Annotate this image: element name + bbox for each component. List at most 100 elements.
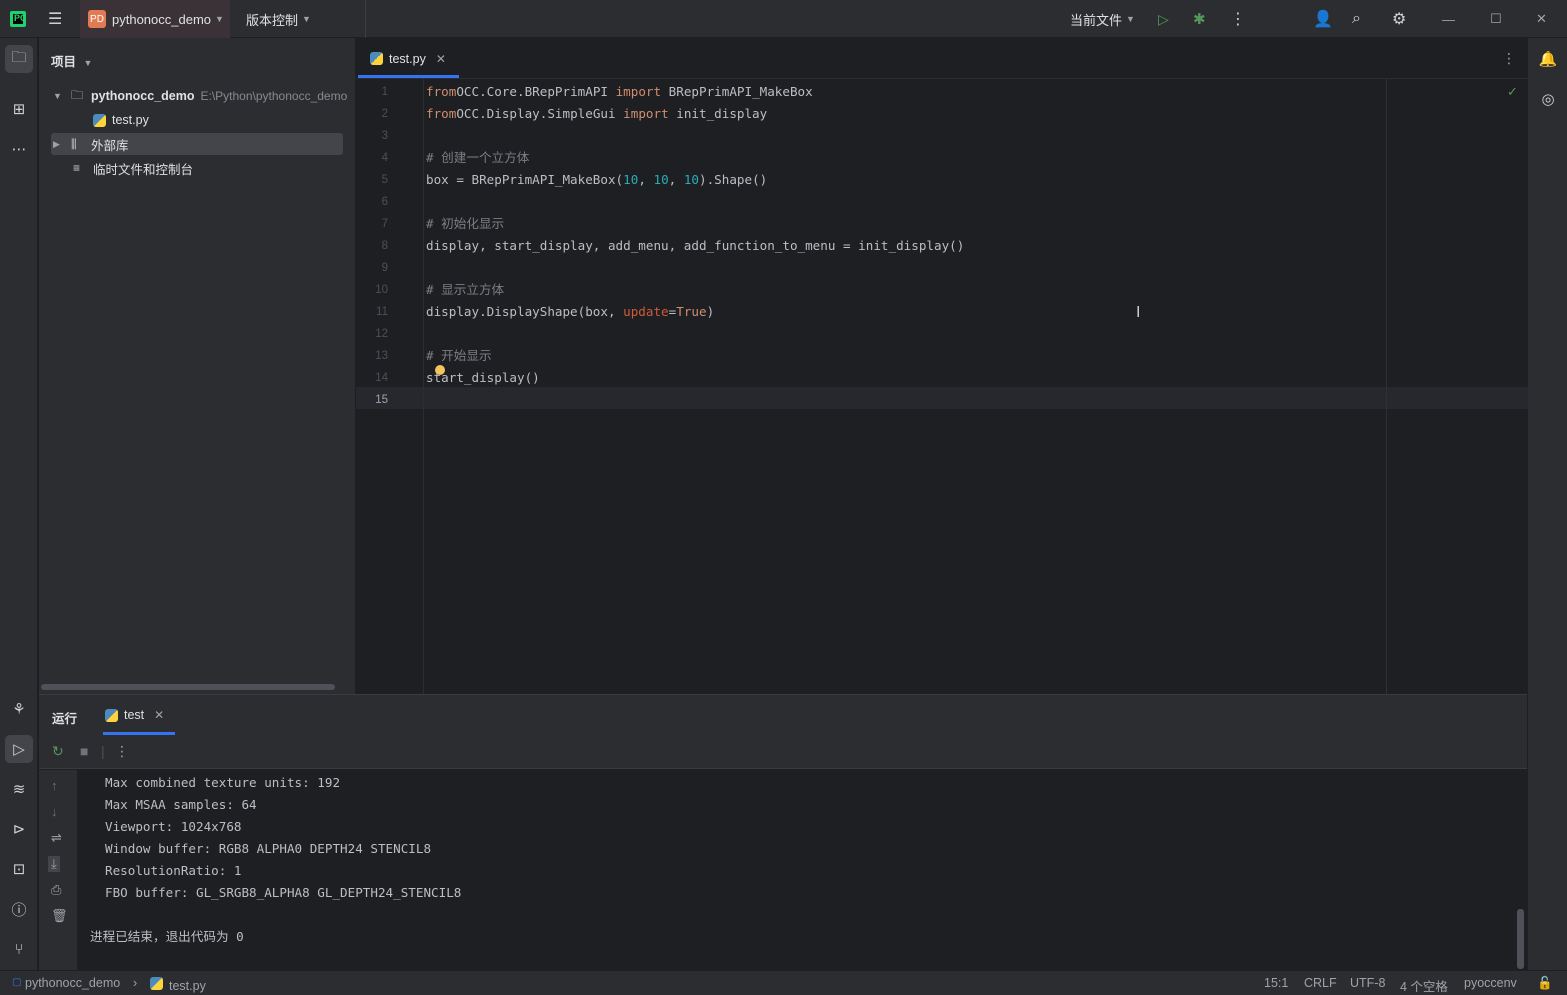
soft-wrap-icon[interactable]: ⇌ xyxy=(51,830,62,846)
breadcrumb-file-label: test.py xyxy=(169,979,206,993)
python-interpreter[interactable]: pyoccenv xyxy=(1464,976,1517,990)
console-line: Max MSAA samples: 64 xyxy=(105,797,257,812)
layers-icon[interactable]: ≋ xyxy=(5,775,33,803)
code-line[interactable]: # 初始化显示 xyxy=(426,213,504,235)
structure-icon[interactable]: ⊞ xyxy=(5,95,33,123)
breadcrumb-project[interactable]: pythonocc_demo xyxy=(25,976,120,990)
tree-file-test-py[interactable]: test.py xyxy=(93,109,149,131)
code-line[interactable]: fromOCC.Display.SimpleGui import init_di… xyxy=(426,103,767,125)
console-line: ResolutionRatio: 1 xyxy=(105,863,242,878)
close-icon[interactable]: ✕ xyxy=(1536,0,1550,38)
code-line[interactable]: # 开始显示 xyxy=(426,345,492,367)
tree-root-project[interactable]: ▼ 🗀 pythonocc_demo E:\Python\pythonocc_d… xyxy=(53,85,353,107)
code-token: display.DisplayShape(box, xyxy=(426,304,624,319)
code-line[interactable]: # 显示立方体 xyxy=(426,279,504,301)
code-with-me-icon[interactable]: 👤 xyxy=(1313,0,1333,38)
python-packages-icon[interactable]: ⚘ xyxy=(5,695,33,723)
git-branch-icon[interactable]: ⑂ xyxy=(5,935,33,963)
debug-button[interactable]: ✱ xyxy=(1193,0,1211,38)
terminal-icon[interactable]: ⊡ xyxy=(5,855,33,883)
settings-gear-icon[interactable]: ⚙ xyxy=(1392,0,1412,38)
project-panel-header[interactable]: 项目 ▼ xyxy=(51,51,92,70)
tree-external-libraries[interactable]: ▶ ⫼ 外部库 xyxy=(51,133,343,155)
scroll-up-icon[interactable]: ↑ xyxy=(51,778,58,793)
scroll-down-icon[interactable]: ↓ xyxy=(51,804,58,819)
line-number: 5 xyxy=(381,174,388,186)
minimize-icon[interactable]: — xyxy=(1442,0,1456,38)
close-tab-icon[interactable]: ✕ xyxy=(436,52,446,66)
close-tab-icon[interactable]: ✕ xyxy=(154,708,164,722)
project-selector[interactable]: PD pythonocc_demo ▼ xyxy=(80,0,230,38)
run-button[interactable]: ▷ xyxy=(1158,0,1176,38)
code-line[interactable]: box = BRepPrimAPI_MakeBox(10, 10, 10).Sh… xyxy=(426,169,767,191)
more-tools-icon[interactable]: ⋯ xyxy=(5,135,33,163)
tree-scratches[interactable]: ≡ 临时文件和控制台 xyxy=(73,157,193,179)
comment-token: # 开始显示 xyxy=(426,348,492,363)
line-number-gutter: 1 2 3 4 5 6 7 8 9 10 11 12 13 14 15 xyxy=(356,79,424,694)
chevron-right-icon[interactable]: ▶ xyxy=(53,139,65,150)
run-panel-title: 运行 xyxy=(52,712,78,726)
scroll-to-end-icon[interactable]: ⤓ xyxy=(48,856,60,872)
line-number: 10 xyxy=(375,284,388,296)
vcs-menu[interactable]: 版本控制 ▼ xyxy=(240,0,340,38)
more-actions-icon[interactable]: ⋮ xyxy=(115,743,129,760)
notifications-bell-icon[interactable]: 🔔 xyxy=(1534,45,1562,73)
maximize-icon[interactable]: ☐ xyxy=(1490,0,1504,38)
lock-icon[interactable]: 🔓 xyxy=(1537,976,1553,991)
indent-setting[interactable]: 4 个空格 xyxy=(1400,976,1448,995)
keyword-token: import xyxy=(615,84,662,99)
keyword-token: True xyxy=(676,304,707,319)
clear-trash-icon[interactable]: 🗑 xyxy=(51,908,68,924)
file-encoding[interactable]: UTF-8 xyxy=(1350,976,1385,990)
root-project-name: pythonocc_demo xyxy=(91,89,195,103)
folder-icon: 🗀 xyxy=(71,87,84,102)
inspection-ok-icon[interactable]: ✓ xyxy=(1507,84,1518,100)
titlebar-divider xyxy=(365,0,366,38)
code-line[interactable]: # 创建一个立方体 xyxy=(426,147,529,169)
tab-test-py[interactable]: test.py ✕ xyxy=(356,38,460,79)
code-line[interactable]: display, start_display, add_menu, add_fu… xyxy=(426,235,964,257)
bug-icon: ✱ xyxy=(1193,11,1206,28)
search-icon[interactable]: ⌕ xyxy=(1352,0,1372,38)
python-file-icon xyxy=(93,113,106,127)
services-icon[interactable]: ⊳ xyxy=(5,815,33,843)
chevron-down-icon[interactable]: ▼ xyxy=(53,91,65,101)
code-token: , xyxy=(668,172,684,187)
ai-assistant-icon[interactable]: ◎ xyxy=(1534,85,1562,113)
project-horizontal-scrollbar[interactable] xyxy=(41,684,335,690)
python-file-icon xyxy=(370,52,383,65)
project-folder-icon[interactable]: 🗀 xyxy=(5,45,33,73)
run-config-selector[interactable]: 当前文件 ▼ xyxy=(1070,0,1150,38)
right-tool-strip: 🔔 ◎ xyxy=(1527,38,1567,970)
run-tool-icon[interactable]: ▷ xyxy=(5,735,33,763)
code-token: OCC.Display.SimpleGui xyxy=(456,106,624,121)
console-side-toolbar: ↑ ↓ ⇌ ⤓ ⎙ 🗑 xyxy=(39,770,77,971)
console-scrollbar[interactable] xyxy=(1517,909,1524,969)
param-token: update xyxy=(623,304,669,319)
code-token: BRepPrimAPI_MakeBox xyxy=(661,84,813,99)
more-actions-icon[interactable]: ⋮ xyxy=(1230,0,1246,38)
problems-icon[interactable]: ⓘ xyxy=(5,895,33,923)
left-tool-strip: 🗀 ⊞ ⋯ ⚘ ▷ ≋ ⊳ ⊡ ⓘ ⑂ xyxy=(0,38,38,970)
number-token: 10 xyxy=(683,172,699,187)
comment-token: # 初始化显示 xyxy=(426,216,505,231)
print-icon[interactable]: ⎙ xyxy=(51,882,61,898)
stop-icon[interactable]: ■ xyxy=(80,743,88,759)
toolbar-divider: | xyxy=(101,743,105,759)
right-margin-guide xyxy=(1386,79,1387,694)
code-line[interactable]: fromOCC.Core.BRepPrimAPI import BRepPrim… xyxy=(426,81,813,103)
code-line[interactable]: display.DisplayShape(box, update=True) xyxy=(426,301,714,323)
run-tab-test[interactable]: test ✕ xyxy=(103,695,175,735)
intention-bulb-icon[interactable] xyxy=(435,365,445,375)
tab-more-icon[interactable]: ⋮ xyxy=(1502,50,1516,67)
rerun-icon[interactable]: ↻ xyxy=(52,743,64,760)
breadcrumb-file[interactable]: test.py xyxy=(150,977,206,993)
line-separator[interactable]: CRLF xyxy=(1304,976,1337,990)
caret-position[interactable]: 15:1 xyxy=(1264,976,1288,990)
line-number: 1 xyxy=(381,86,388,98)
current-line-highlight xyxy=(356,387,1528,409)
main-menu-icon[interactable]: ☰ xyxy=(48,0,68,38)
code-token: ).Shape() xyxy=(699,172,768,187)
run-panel-header: 运行 test ✕ xyxy=(39,695,1527,735)
python-file-icon xyxy=(150,977,163,990)
